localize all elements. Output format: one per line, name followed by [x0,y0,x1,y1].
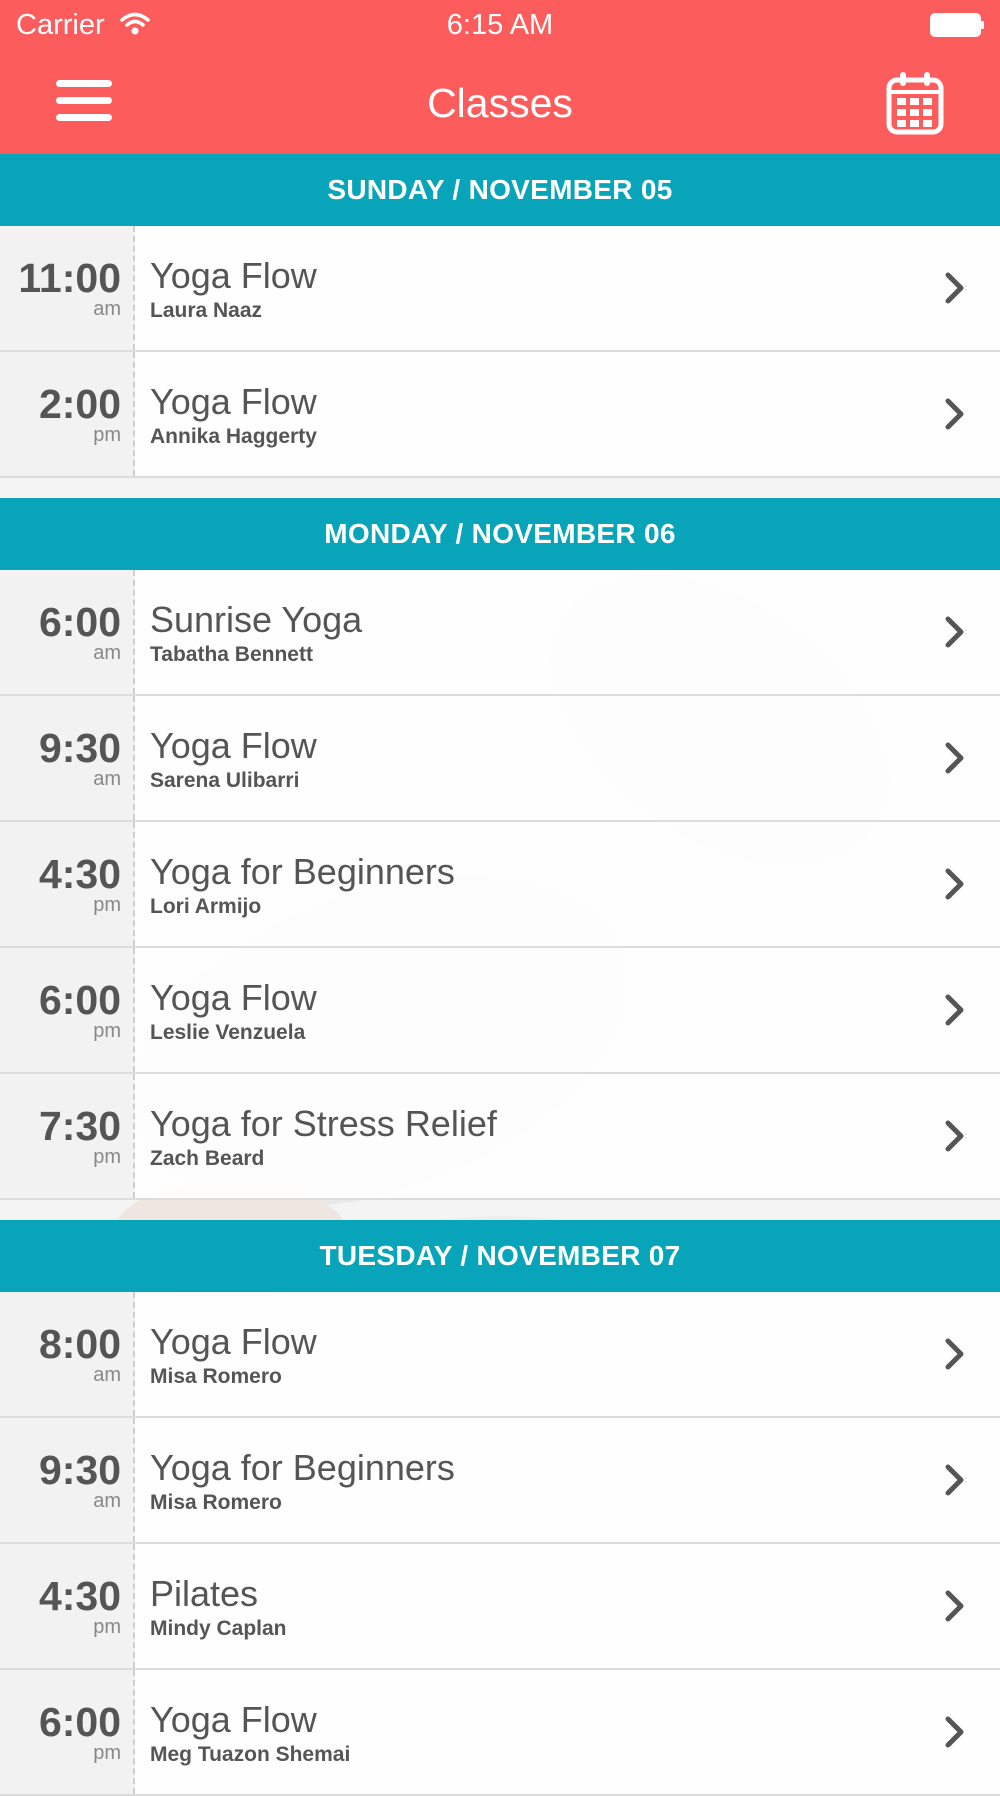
class-row[interactable]: 6:00 pm Yoga Flow Leslie Venzuela [0,948,1000,1074]
class-instructor: Leslie Venzuela [150,1021,306,1044]
page-title: Classes [427,80,573,126]
class-title: Yoga Flow [150,725,317,766]
chevron-right-icon[interactable] [944,1119,966,1158]
class-title: Yoga for Beginners [150,851,455,892]
class-row[interactable]: 9:30 am Yoga for Beginners Misa Romero [0,1418,1000,1544]
time-column: 8:00 am [0,1292,135,1416]
class-time: 2:00 [38,381,121,427]
class-row[interactable]: 4:30 pm Yoga for Beginners Lori Armijo [0,822,1000,948]
class-row[interactable]: 2:00 pm Yoga Flow Annika Haggerty [0,352,1000,478]
class-instructor: Sarena Ulibarri [150,769,300,792]
class-title: Yoga Flow [150,381,317,422]
class-title: Sunrise Yoga [150,599,363,640]
class-ampm: pm [93,424,121,446]
class-time: 11:00 [18,255,121,301]
class-row[interactable]: 6:00 am Sunrise Yoga Tabatha Bennett [0,570,1000,696]
class-ampm: am [93,1490,121,1512]
time-column: 11:00 am [0,226,135,350]
chevron-right-icon[interactable] [944,993,966,1032]
time-column: 4:30 pm [0,822,135,946]
time-column: 4:30 pm [0,1544,135,1668]
class-ampm: pm [93,1616,121,1638]
class-ampm: am [93,768,121,790]
class-ampm: am [93,642,121,664]
class-instructor: Misa Romero [150,1365,282,1388]
battery-icon [930,13,984,37]
status-bar: Carrier 6:15 AM [0,0,1000,50]
chevron-right-icon[interactable] [944,615,966,654]
class-row[interactable]: 6:00 pm Yoga Flow Meg Tuazon Shemai [0,1670,1000,1796]
class-time: 6:00 [38,599,121,645]
class-ampm: pm [93,1742,121,1764]
class-time: 9:30 [38,1447,121,1493]
chevron-right-icon[interactable] [944,867,966,906]
class-row[interactable]: 7:30 pm Yoga for Stress Relief Zach Beard [0,1074,1000,1200]
chevron-right-icon[interactable] [944,1715,966,1754]
class-title: Yoga Flow [150,1321,317,1362]
class-row[interactable]: 9:30 am Yoga Flow Sarena Ulibarri [0,696,1000,822]
class-row[interactable]: 4:30 pm Pilates Mindy Caplan [0,1544,1000,1670]
time-column: 6:00 pm [0,1670,135,1794]
class-ampm: pm [93,1146,121,1168]
class-time: 7:30 [38,1103,121,1149]
class-ampm: am [93,298,121,320]
class-time: 9:30 [38,725,121,771]
day-section-header: TUESDAY / NOVEMBER 07 [0,1220,1000,1292]
time-column: 6:00 pm [0,948,135,1072]
class-title: Yoga Flow [150,977,317,1018]
chevron-right-icon[interactable] [944,1463,966,1502]
class-title: Yoga for Beginners [150,1447,455,1488]
class-instructor: Lori Armijo [150,895,262,918]
time-column: 9:30 am [0,1418,135,1542]
class-instructor: Mindy Caplan [150,1617,287,1640]
class-instructor: Annika Haggerty [150,425,317,448]
class-time: 4:30 [38,1573,121,1619]
class-title: Yoga Flow [150,255,317,296]
class-row[interactable]: 11:00 am Yoga Flow Laura Naaz [0,226,1000,352]
class-instructor: Meg Tuazon Shemai [150,1743,351,1766]
class-ampm: pm [93,894,121,916]
day-section-header: SUNDAY / NOVEMBER 05 [0,154,1000,226]
time-column: 2:00 pm [0,352,135,476]
class-ampm: pm [93,1020,121,1042]
class-time: 4:30 [38,851,121,897]
chevron-right-icon[interactable] [944,271,966,310]
chevron-right-icon[interactable] [944,397,966,436]
class-instructor: Tabatha Bennett [150,643,313,666]
app-header: Carrier 6:15 AM Classes [0,0,1000,154]
chevron-right-icon[interactable] [944,1337,966,1376]
class-time: 6:00 [38,1699,121,1745]
class-title: Yoga for Stress Relief [150,1103,497,1144]
class-instructor: Misa Romero [150,1491,282,1514]
time-column: 6:00 am [0,570,135,694]
class-title: Pilates [150,1573,259,1614]
chevron-right-icon[interactable] [944,741,966,780]
time-column: 9:30 am [0,696,135,820]
chevron-right-icon[interactable] [944,1589,966,1628]
class-ampm: am [93,1364,121,1386]
calendar-icon[interactable] [886,70,944,136]
class-instructor: Laura Naaz [150,299,263,322]
time-column: 7:30 pm [0,1074,135,1198]
day-section-header: MONDAY / NOVEMBER 06 [0,498,1000,570]
status-clock: 6:15 AM [446,9,554,41]
class-schedule-list[interactable]: SUNDAY / NOVEMBER 05 11:00 am Yoga Flow Laur… [0,154,1000,1796]
class-row[interactable]: 8:00 am Yoga Flow Misa Romero [0,1292,1000,1418]
class-time: 6:00 [38,977,121,1023]
nav-bar: Classes [0,60,1000,150]
class-instructor: Zach Beard [150,1147,265,1170]
class-time: 8:00 [38,1321,121,1367]
class-title: Yoga Flow [150,1699,317,1740]
